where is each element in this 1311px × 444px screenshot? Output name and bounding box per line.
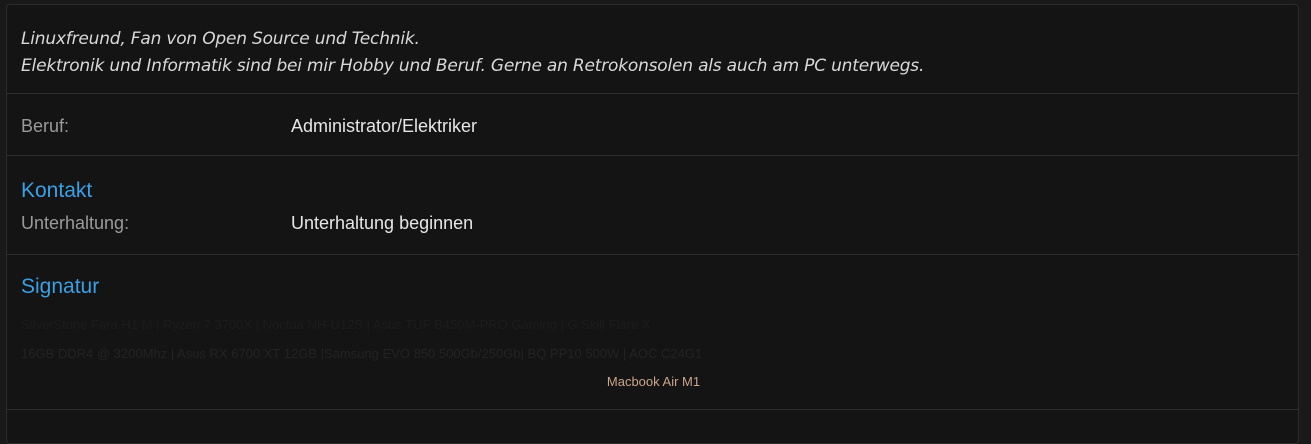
signature-line-3: Macbook Air M1 xyxy=(606,374,701,389)
job-row: Beruf: Administrator/Elektriker xyxy=(7,94,1298,156)
bio-line-1: Linuxfreund, Fan von Open Source und Tec… xyxy=(21,29,420,49)
job-value: Administrator/Elektriker xyxy=(291,116,478,136)
contact-section: Kontakt Unterhaltung: Unterhaltung begin… xyxy=(7,156,1298,255)
contact-heading: Kontakt xyxy=(21,179,93,202)
signature-heading: Signatur xyxy=(21,275,100,298)
bio-section: Linuxfreund, Fan von Open Source und Tec… xyxy=(7,5,1298,94)
signature-line-2: 16GB DDR4 @ 3200Mhz | Asus RX 6700 XT 12… xyxy=(21,346,703,361)
start-conversation-link[interactable]: Unterhaltung beginnen xyxy=(291,213,473,234)
signature-line-1: SilverStone Fara H1 M | Ryzen 7 3700X | … xyxy=(21,317,651,332)
bio-line-2: Elektronik und Informatik sind bei mir H… xyxy=(21,56,925,76)
conversation-label: Unterhaltung: xyxy=(21,213,130,233)
profile-about-panel: Linuxfreund, Fan von Open Source und Tec… xyxy=(6,4,1299,444)
job-label: Beruf: xyxy=(21,116,70,136)
